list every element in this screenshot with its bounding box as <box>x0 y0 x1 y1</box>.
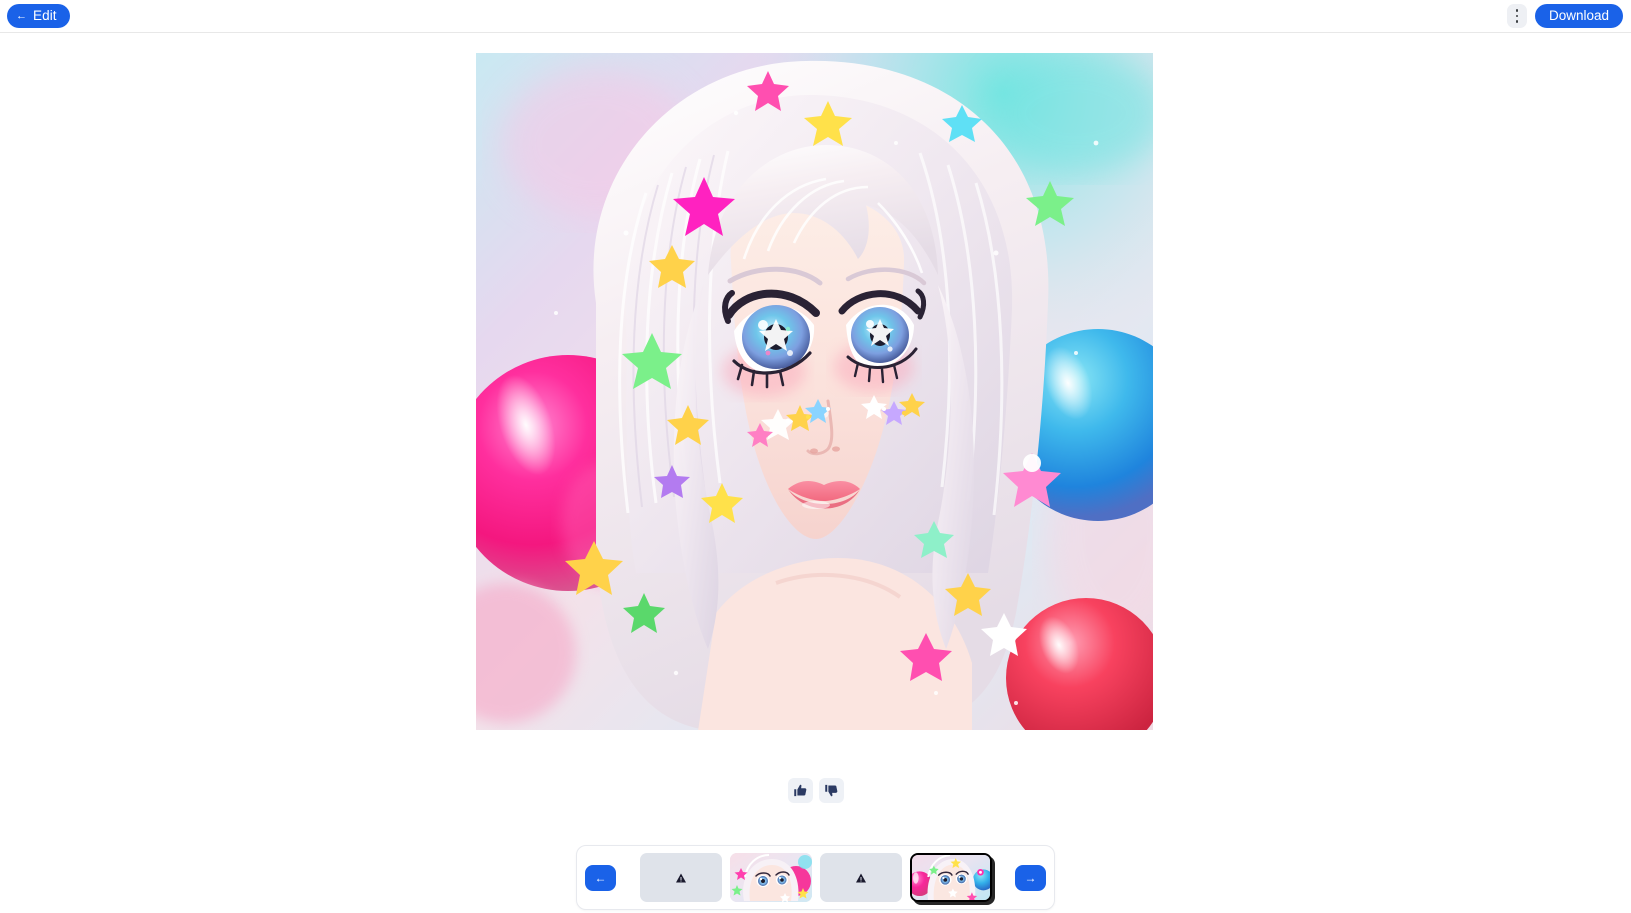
filmstrip-next-button[interactable]: → <box>1015 864 1046 891</box>
broken-image-icon <box>675 873 686 882</box>
thumbs-down-button[interactable] <box>818 778 844 803</box>
app-header: ← Edit Download <box>0 0 1631 33</box>
feedback-row <box>0 778 1631 803</box>
back-arrow-icon: ← <box>16 9 27 22</box>
edit-button-label: Edit <box>33 8 57 24</box>
thumbnail-image <box>729 853 812 902</box>
thumbnail-item-2[interactable] <box>729 853 812 902</box>
more-vertical-icon <box>1515 14 1519 18</box>
more-options-button[interactable] <box>1506 4 1527 28</box>
header-actions: Download <box>1506 4 1623 28</box>
main-image-container[interactable] <box>476 53 1153 730</box>
filmstrip-thumbnails <box>622 853 1009 902</box>
more-vertical-icon <box>1515 9 1519 13</box>
thumbs-up-icon <box>793 784 806 797</box>
thumbnail-item-4[interactable] <box>909 853 992 902</box>
thumbs-down-icon <box>824 784 837 797</box>
thumbnail-image-selected <box>911 855 990 900</box>
filmstrip-prev-button[interactable]: ← <box>585 864 616 891</box>
download-button[interactable]: Download <box>1534 4 1623 28</box>
thumbs-up-button[interactable] <box>787 778 813 803</box>
more-vertical-icon <box>1515 19 1519 23</box>
filmstrip: ← → <box>576 845 1055 910</box>
image-stage: ← → <box>0 33 1631 913</box>
thumbnail-item-1[interactable] <box>639 853 722 902</box>
thumbnail-item-3[interactable] <box>819 853 902 902</box>
edit-button[interactable]: ← Edit <box>7 4 70 28</box>
broken-image-icon <box>855 873 866 882</box>
generated-image <box>476 53 1153 730</box>
